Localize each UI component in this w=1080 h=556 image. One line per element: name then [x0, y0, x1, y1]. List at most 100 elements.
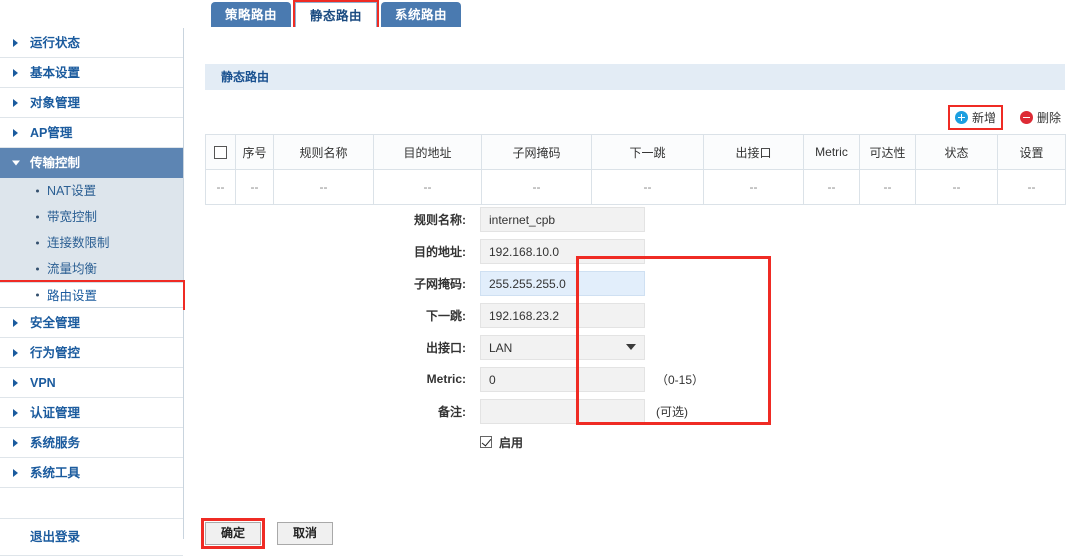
- table-cell-out-interface: --: [703, 169, 804, 205]
- bullet-icon: [36, 189, 39, 193]
- metric-label: Metric:: [426, 372, 466, 386]
- tab-system-route[interactable]: 系统路由: [381, 2, 462, 28]
- table-header-subnet-mask[interactable]: 子网掩码: [481, 134, 592, 170]
- sidebar-item-system-tools[interactable]: 系统工具: [0, 458, 183, 488]
- sidebar-subitem-label: 路由设置: [47, 289, 98, 303]
- table-cell-index: --: [235, 169, 274, 205]
- tab-static-route[interactable]: 静态路由: [293, 0, 380, 30]
- sidebar-item-label: 行为管控: [30, 346, 81, 360]
- out-interface-value: LAN: [489, 340, 513, 355]
- table-cell-metric: --: [803, 169, 860, 205]
- next-hop-label: 下一跳:: [426, 308, 466, 323]
- destination-input[interactable]: 192.168.10.0: [480, 238, 645, 264]
- sidebar-subitem-route-settings[interactable]: 路由设置: [0, 280, 185, 310]
- form-row-out-interface: 出接口: LAN: [205, 331, 1065, 363]
- form-row-subnet-mask: 子网掩码: 255.255.255.0: [205, 267, 1065, 299]
- remark-label: 备注:: [438, 404, 466, 419]
- bullet-icon: [36, 215, 39, 219]
- sidebar-item-ap-management[interactable]: AP管理: [0, 118, 183, 148]
- enable-checkbox[interactable]: [480, 436, 492, 448]
- add-button[interactable]: 新增: [947, 104, 1003, 130]
- form-row-rule-name: 规则名称: internet_cpb: [205, 203, 1065, 235]
- sidebar-item-running-status[interactable]: 运行状态: [0, 28, 183, 58]
- ok-button-wrap: 确定: [201, 518, 265, 549]
- sidebar-subitem-connection-limit[interactable]: 连接数限制: [0, 230, 183, 256]
- grid-toolbar: 新增 删除: [947, 104, 1066, 130]
- logout-link[interactable]: 退出登录: [0, 519, 183, 556]
- bullet-icon: [36, 241, 39, 245]
- sidebar-item-label: 系统服务: [30, 436, 81, 450]
- form-row-metric: Metric: 0 （0-15）: [205, 363, 1065, 395]
- sidebar-item-system-services[interactable]: 系统服务: [0, 428, 183, 458]
- sidebar-item-object-management[interactable]: 对象管理: [0, 88, 183, 118]
- sidebar-item-basic-settings[interactable]: 基本设置: [0, 58, 183, 88]
- table-cell-select[interactable]: --: [205, 169, 236, 205]
- logout-label: 退出登录: [30, 530, 81, 544]
- tab-strip: 策略路由 静态路由 系统路由: [0, 0, 1080, 30]
- ok-button[interactable]: 确定: [205, 522, 261, 545]
- sidebar-spacer: [0, 488, 183, 519]
- table-header-reachability[interactable]: 可达性: [859, 134, 916, 170]
- main-content: 静态路由 新增 删除 序号 规则名称 目的地址 子网掩码 下一跳 出接口 Met…: [185, 28, 1080, 549]
- table-header-next-hop[interactable]: 下一跳: [591, 134, 704, 170]
- destination-label: 目的地址:: [414, 244, 466, 259]
- sidebar-item-label: 安全管理: [30, 316, 81, 330]
- table-header-index[interactable]: 序号: [235, 134, 274, 170]
- sidebar-subitem-label: 流量均衡: [47, 262, 98, 276]
- table-header-settings[interactable]: 设置: [997, 134, 1066, 170]
- rule-name-input[interactable]: internet_cpb: [480, 206, 645, 232]
- sidebar-item-security-management[interactable]: 安全管理: [0, 308, 183, 338]
- remark-hint: (可选): [656, 404, 688, 419]
- sidebar-item-label: VPN: [30, 376, 56, 390]
- sidebar-item-behavior-control[interactable]: 行为管控: [0, 338, 183, 368]
- tab-list: 策略路由 静态路由 系统路由: [211, 0, 462, 30]
- sidebar-subitem-load-balance[interactable]: 流量均衡: [0, 256, 183, 282]
- sidebar-item-label: 基本设置: [30, 66, 81, 80]
- remark-input[interactable]: [480, 398, 645, 424]
- metric-input[interactable]: 0: [480, 366, 645, 392]
- sidebar-item-transmission-control[interactable]: 传输控制: [0, 148, 183, 178]
- sidebar-subitem-bandwidth-control[interactable]: 带宽控制: [0, 204, 183, 230]
- next-hop-input[interactable]: 192.168.23.2: [480, 302, 645, 328]
- chevron-right-icon: [13, 38, 18, 47]
- routes-table: 序号 规则名称 目的地址 子网掩码 下一跳 出接口 Metric 可达性 状态 …: [205, 134, 1066, 205]
- table-header-rule-name[interactable]: 规则名称: [273, 134, 374, 170]
- tab-policy-route[interactable]: 策略路由: [211, 2, 292, 28]
- sidebar-subitem-nat-settings[interactable]: NAT设置: [0, 178, 183, 204]
- table-cell-status: --: [915, 169, 998, 205]
- table-cell-settings[interactable]: --: [997, 169, 1066, 205]
- route-form: 规则名称: internet_cpb 目的地址: 192.168.10.0 子网…: [205, 203, 1065, 457]
- sidebar-item-vpn[interactable]: VPN: [0, 368, 183, 398]
- table-header-metric[interactable]: Metric: [803, 134, 860, 170]
- sidebar: 运行状态 基本设置 对象管理 AP管理 传输控制 NAT设置 带宽控制 连接数限…: [0, 28, 185, 556]
- table-header-destination[interactable]: 目的地址: [373, 134, 482, 170]
- form-row-next-hop: 下一跳: 192.168.23.2: [205, 299, 1065, 331]
- minus-circle-icon: [1019, 110, 1033, 124]
- checkbox-icon[interactable]: [214, 146, 227, 160]
- table-header-status[interactable]: 状态: [915, 134, 998, 170]
- table-header-out-interface[interactable]: 出接口: [703, 134, 804, 170]
- out-interface-select[interactable]: LAN: [480, 334, 645, 360]
- sidebar-item-label: 系统工具: [30, 466, 81, 480]
- enable-label: 启用: [499, 435, 524, 450]
- table-header-select-all[interactable]: [205, 134, 236, 170]
- chevron-right-icon: [13, 128, 18, 137]
- rule-name-label: 规则名称:: [414, 212, 466, 227]
- subnet-mask-input[interactable]: 255.255.255.0: [480, 270, 645, 296]
- table-cell-reachability: --: [859, 169, 916, 205]
- chevron-right-icon: [13, 408, 18, 417]
- form-buttons: 确定 取消: [201, 518, 333, 549]
- metric-hint: （0-15）: [656, 372, 705, 387]
- tab-label: 策略路由: [225, 8, 278, 22]
- add-button-label: 新增: [971, 110, 996, 125]
- sidebar-item-authentication-management[interactable]: 认证管理: [0, 398, 183, 428]
- chevron-right-icon: [13, 468, 18, 477]
- plus-circle-icon: [954, 110, 968, 124]
- chevron-down-icon: [626, 344, 636, 350]
- form-row-enable: 启用: [205, 427, 1065, 457]
- cancel-button-wrap: 取消: [277, 522, 333, 545]
- table-header-row: 序号 规则名称 目的地址 子网掩码 下一跳 出接口 Metric 可达性 状态 …: [205, 134, 1066, 170]
- cancel-button[interactable]: 取消: [277, 522, 333, 545]
- table-row[interactable]: -- -- -- -- -- -- -- -- -- -- --: [205, 169, 1066, 205]
- delete-button[interactable]: 删除: [1015, 107, 1066, 128]
